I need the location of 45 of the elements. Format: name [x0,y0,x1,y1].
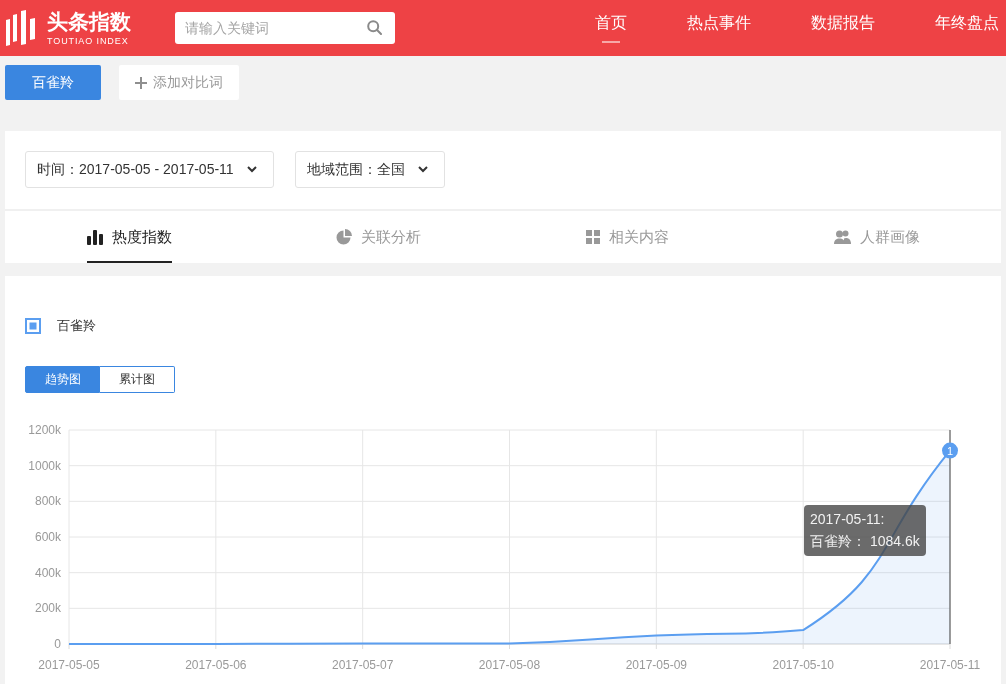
x-axis-label: 2017-05-09 [625,658,688,672]
tooltip-date: 2017-05-11: [810,510,886,529]
view-toggle-button[interactable]: 趋势图 [25,366,100,393]
x-axis-label: 2017-05-07 [331,658,394,672]
x-axis-label: 2017-05-05 [38,658,100,672]
x-axis-label: 2017-05-06 [185,658,247,672]
point-marker: 1 [942,442,958,459]
logo-subtitle: TOUTIAO INDEX [47,35,129,47]
y-axis-label: 1200k [28,423,61,437]
add-compare-button[interactable]: 添加对比词 [119,65,239,100]
chevron-down-icon [417,166,428,173]
search-field[interactable]: 请输入关键词 [175,12,395,44]
pie-chart-icon [336,229,352,245]
y-axis-label: 400k [34,565,61,580]
legend-label: 百雀羚 [57,317,96,335]
tab[interactable]: 关联分析 [336,211,421,263]
filter-dropdown[interactable]: 地域范围：全国 [294,151,445,188]
keyword-button[interactable]: 百雀羚 [5,65,101,100]
x-axis-label: 2017-05-10 [772,658,834,672]
filter-dropdown[interactable]: 时间：2017-05-05 - 2017-05-11 [25,151,274,188]
search-icon[interactable] [367,20,382,35]
y-axis-label: 200k [34,601,61,616]
y-axis-label: 1000k [28,458,61,473]
plus-icon [135,76,147,89]
logo-title: 头条指数 [47,9,131,34]
y-axis-label: 0 [54,637,61,651]
y-axis-label: 800k [34,494,61,509]
view-toggle-button[interactable]: 累计图 [100,366,175,393]
y-axis-label: 600k [34,530,61,544]
nav-link[interactable]: 年终盘点 [935,0,999,56]
users-icon [833,230,851,244]
nav-link[interactable]: 热点事件 [687,0,751,56]
bars-logo-icon [5,10,36,46]
tab[interactable]: 人群画像 [833,211,920,263]
tooltip-value: 百雀羚： 1084.6k [810,532,920,551]
tab[interactable]: 相关内容 [586,211,669,263]
bar-chart-icon [87,229,103,245]
x-axis-label: 2017-05-08 [478,658,541,672]
chevron-down-icon [246,166,257,173]
x-axis-label: 2017-05-11 [919,658,981,672]
legend-checkbox[interactable] [25,318,41,334]
nav-link[interactable]: 首页 [595,0,627,56]
grid-icon [586,230,600,244]
tab[interactable]: 热度指数 [87,211,172,263]
nav-link[interactable]: 数据报告 [811,0,875,56]
